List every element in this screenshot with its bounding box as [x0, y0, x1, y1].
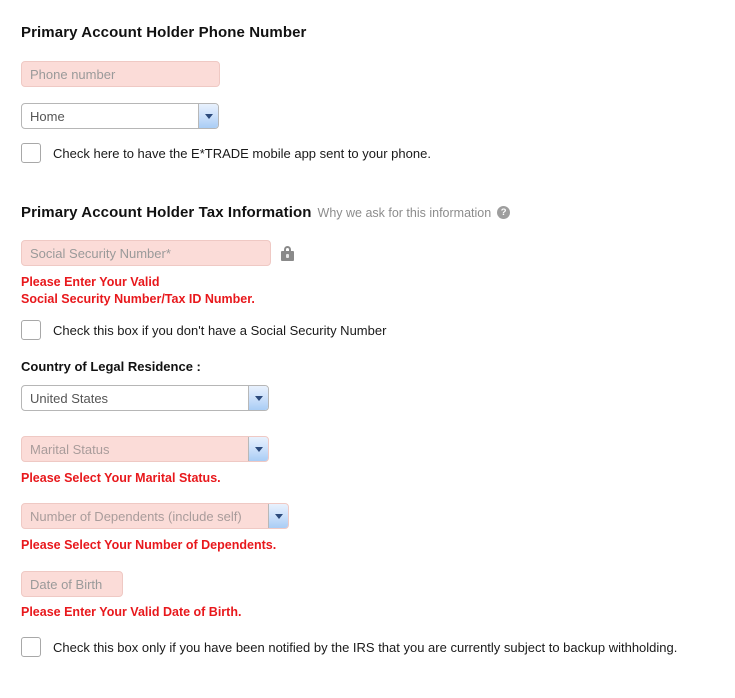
backup-withholding-checkbox[interactable] — [21, 637, 41, 657]
mobile-app-checkbox-row: Check here to have the E*TRADE mobile ap… — [21, 143, 735, 163]
ssn-field-row — [21, 240, 735, 266]
backup-withholding-checkbox-row: Check this box only if you have been not… — [21, 637, 735, 657]
date-of-birth-error: Please Enter Your Valid Date of Birth. — [21, 605, 242, 619]
dependents-select[interactable]: Number of Dependents (include self) — [21, 503, 289, 529]
phone-number-input[interactable] — [21, 61, 220, 87]
country-of-residence-select-value: United States — [30, 390, 109, 406]
country-of-residence-select[interactable]: United States — [21, 385, 269, 411]
lock-icon — [281, 245, 294, 261]
ssn-error-line-1: Please Enter Your Valid — [21, 275, 160, 289]
phone-type-select-value: Home — [30, 108, 65, 124]
no-ssn-checkbox[interactable] — [21, 320, 41, 340]
phone-section-heading: Primary Account Holder Phone Number — [21, 24, 307, 41]
date-of-birth-input[interactable] — [21, 571, 123, 597]
dependents-select-value: Number of Dependents (include self) — [30, 508, 242, 524]
ssn-input[interactable] — [21, 240, 271, 266]
dependents-error: Please Select Your Number of Dependents. — [21, 538, 277, 552]
tax-section-heading-row: Primary Account Holder Tax Information W… — [21, 204, 735, 221]
why-we-ask-link[interactable]: Why we ask for this information — [318, 206, 492, 220]
tax-section-heading: Primary Account Holder Tax Information — [21, 204, 312, 221]
phone-type-select[interactable]: Home — [21, 103, 219, 129]
chevron-down-icon — [268, 504, 288, 528]
no-ssn-checkbox-row: Check this box if you don't have a Socia… — [21, 320, 735, 340]
no-ssn-checkbox-label: Check this box if you don't have a Socia… — [53, 322, 387, 338]
ssn-error-line-2: Social Security Number/Tax ID Number. — [21, 292, 255, 306]
phone-section: Primary Account Holder Phone Number Home… — [21, 24, 735, 163]
marital-status-select[interactable]: Marital Status — [21, 436, 269, 462]
chevron-down-icon — [248, 437, 268, 461]
mobile-app-checkbox-label: Check here to have the E*TRADE mobile ap… — [53, 145, 431, 161]
backup-withholding-checkbox-label: Check this box only if you have been not… — [53, 639, 678, 655]
marital-status-select-value: Marital Status — [30, 441, 110, 457]
tax-section: Primary Account Holder Tax Information W… — [21, 204, 735, 657]
account-application-form: Primary Account Holder Phone Number Home… — [0, 0, 735, 657]
help-circle-icon[interactable]: ? — [497, 206, 511, 219]
mobile-app-checkbox[interactable] — [21, 143, 41, 163]
chevron-down-icon — [198, 104, 218, 128]
marital-status-error: Please Select Your Marital Status. — [21, 471, 221, 485]
chevron-down-icon — [248, 386, 268, 410]
country-of-residence-label: Country of Legal Residence : — [21, 359, 201, 374]
